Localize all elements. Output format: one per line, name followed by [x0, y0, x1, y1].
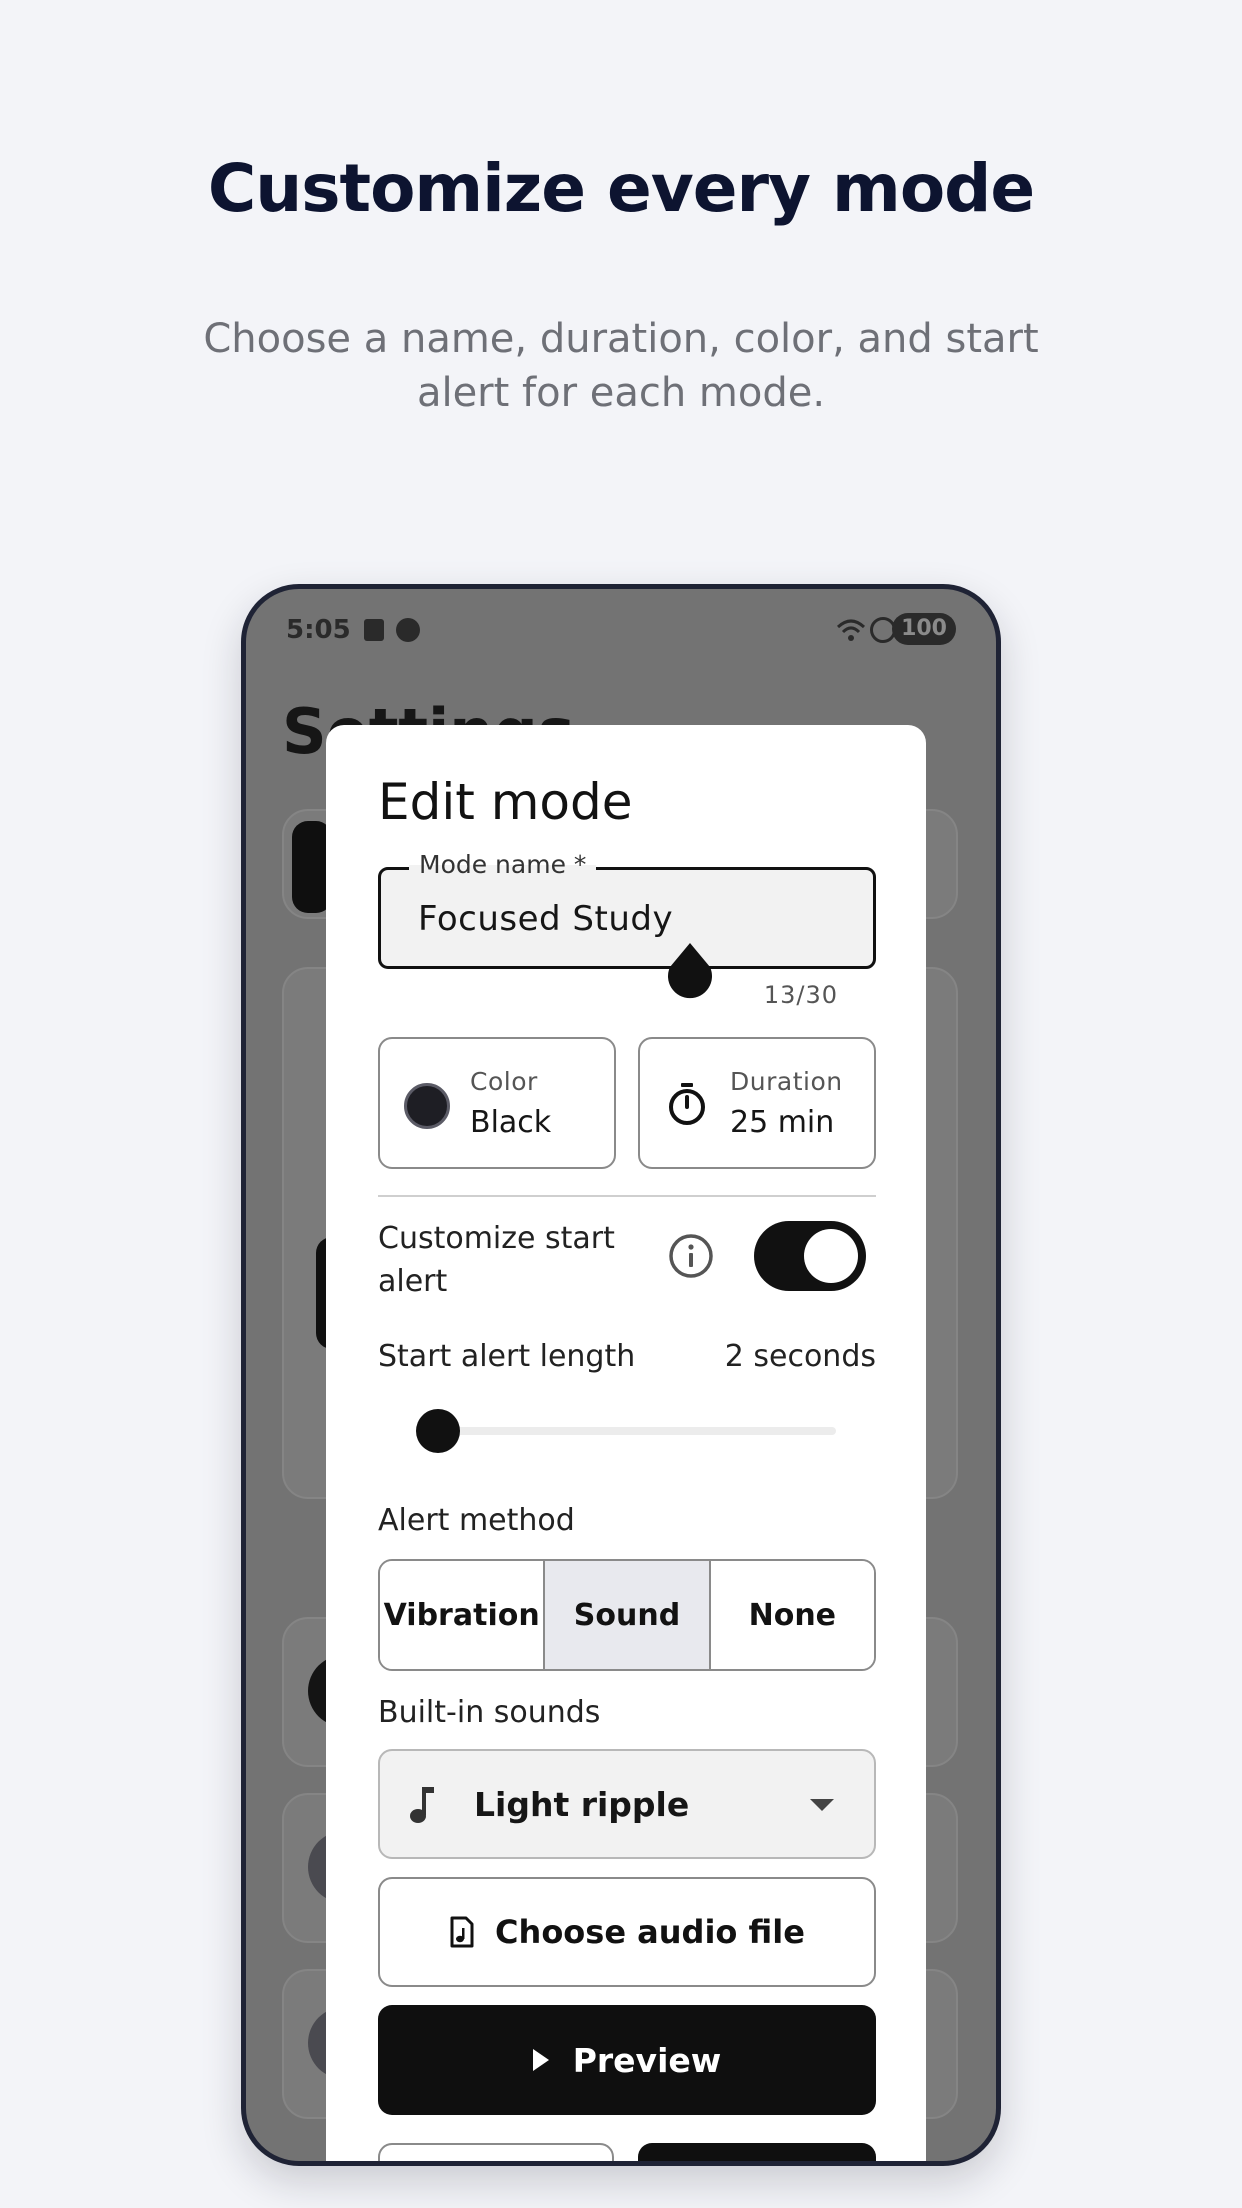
info-icon[interactable] [668, 1233, 714, 1279]
toggle-knob [804, 1229, 858, 1283]
slider-thumb[interactable] [416, 1409, 460, 1453]
color-value: Black [470, 1105, 552, 1140]
edit-mode-dialog: Edit mode Mode name * Focused Study 13/3… [326, 725, 926, 2161]
status-time: 5:05 [286, 615, 351, 645]
battery-indicator: 100 [892, 613, 956, 645]
dialog-save-button[interactable] [638, 2143, 876, 2161]
dialog-cancel-button[interactable] [378, 2143, 614, 2161]
built-in-sounds-dropdown[interactable]: Light ripple [378, 1749, 876, 1859]
character-counter: 13/30 [763, 981, 838, 1009]
timer-icon [669, 1083, 705, 1125]
preview-button[interactable]: Preview [378, 2005, 876, 2115]
alert-method-sound[interactable]: Sound [543, 1561, 709, 1669]
mode-name-value[interactable]: Focused Study [418, 899, 673, 939]
preview-label: Preview [572, 2040, 722, 2080]
music-note-icon [410, 1787, 434, 1823]
background-text [282, 1529, 322, 1599]
customize-start-alert-toggle[interactable] [754, 1221, 866, 1291]
color-swatch [404, 1083, 450, 1129]
dialog-title: Edit mode [378, 773, 633, 831]
start-alert-length-slider[interactable] [438, 1427, 836, 1435]
mode-name-input[interactable]: Mode name * Focused Study [378, 850, 876, 969]
status-bar: 5:05 100 [246, 589, 996, 669]
start-alert-length-value: 2 seconds [724, 1339, 876, 1374]
audio-file-icon [450, 1916, 474, 1948]
color-label: Color [470, 1067, 538, 1096]
built-in-sounds-label: Built-in sounds [378, 1695, 601, 1730]
user-icon [396, 618, 420, 642]
play-icon [532, 2049, 549, 2071]
built-in-sounds-value: Light ripple [474, 1785, 690, 1824]
section-divider [378, 1195, 876, 1197]
alert-method-segmented-control: Vibration Sound None [378, 1559, 876, 1671]
wifi-icon [836, 619, 866, 641]
text-cursor-handle[interactable] [666, 941, 714, 999]
page-subheadline: Choose a name, duration, color, and star… [203, 316, 1039, 416]
duration-picker-button[interactable]: Duration 25 min [638, 1037, 876, 1169]
customize-start-alert-label: Customize start alert [378, 1221, 615, 1299]
color-picker-button[interactable]: Color Black [378, 1037, 616, 1169]
choose-audio-file-label: Choose audio file [495, 1913, 805, 1951]
duration-label: Duration [730, 1067, 843, 1096]
start-alert-length-label: Start alert length [378, 1339, 636, 1374]
dropdown-caret-icon [810, 1799, 834, 1811]
alert-method-none[interactable]: None [708, 1561, 874, 1669]
duration-value: 25 min [730, 1105, 835, 1140]
check-icon [364, 619, 384, 641]
alert-method-label: Alert method [378, 1503, 575, 1538]
mode-name-label: Mode name * [409, 850, 597, 879]
page-headline: Customize every mode [207, 150, 1035, 227]
choose-audio-file-button[interactable]: Choose audio file [378, 1877, 876, 1987]
phone-frame: 5:05 100 Settings Edit mode Mode name * … [241, 584, 1001, 2166]
alert-method-vibration[interactable]: Vibration [380, 1561, 544, 1669]
